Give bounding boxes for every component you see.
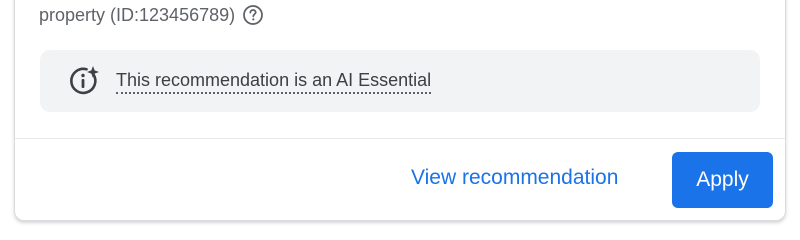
ai-sparkle-info-icon [66, 63, 102, 99]
ai-essential-text[interactable]: This recommendation is an AI Essential [116, 69, 432, 94]
ai-essential-notice: This recommendation is an AI Essential [40, 50, 760, 112]
apply-button[interactable]: Apply [672, 152, 773, 208]
footer-divider [15, 138, 785, 139]
view-recommendation-link[interactable]: View recommendation [411, 166, 618, 190]
help-circle-icon[interactable] [242, 4, 264, 26]
property-id-text: property (ID:123456789) [39, 4, 236, 25]
recommendation-card: property (ID:123456789) This recommendat… [14, 0, 786, 221]
property-line: property (ID:123456789) [39, 2, 264, 28]
